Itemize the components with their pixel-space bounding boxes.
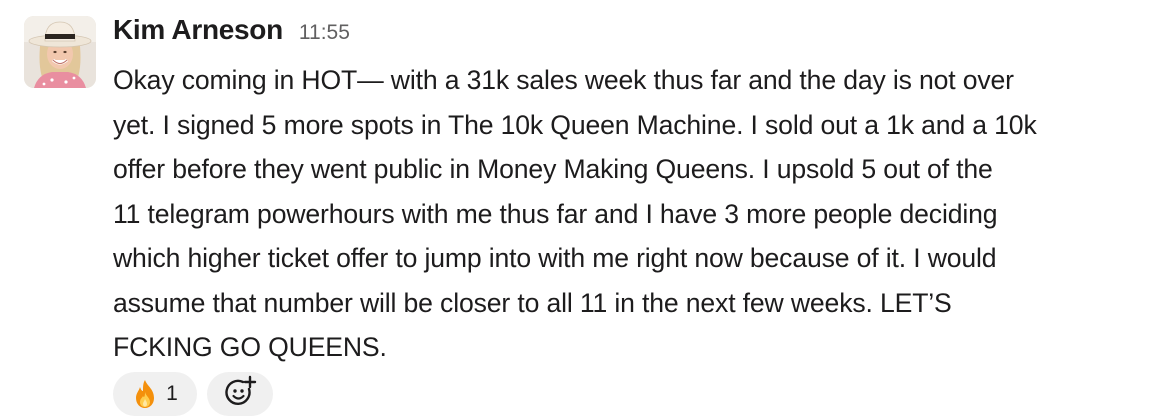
message-timestamp[interactable]: 11:55 <box>299 21 350 45</box>
add-reaction-icon <box>223 375 257 414</box>
message-line: which higher ticket offer to jump into w… <box>113 243 997 273</box>
message-line: assume that number will be closer to all… <box>113 287 952 318</box>
avatar[interactable] <box>24 16 96 88</box>
user-avatar-icon <box>24 16 96 88</box>
author-name[interactable]: Kim Arneson <box>113 14 283 46</box>
message-line: yet. I signed 5 more spots in The 10k Qu… <box>113 109 1037 140</box>
message-header: Kim Arneson 11:55 <box>113 14 350 54</box>
reaction-fire[interactable]: 1 <box>113 372 197 416</box>
reaction-count: 1 <box>166 382 178 405</box>
message: Kim Arneson 11:55 Okay coming in HOT— wi… <box>0 0 1170 420</box>
reactions-bar: 1 <box>113 372 273 416</box>
message-line: 11 telegram powerhours with me thus far … <box>113 198 998 229</box>
message-line: FCKING GO QUEENS. <box>113 332 387 362</box>
add-reaction-button[interactable] <box>207 372 273 416</box>
message-line: Okay coming in HOT— with a 31k sales wee… <box>113 65 1014 95</box>
message-line: offer before they went public in Money M… <box>113 154 993 184</box>
fire-icon <box>132 379 158 409</box>
message-body: Okay coming in HOT— with a 31k sales wee… <box>113 58 1153 370</box>
